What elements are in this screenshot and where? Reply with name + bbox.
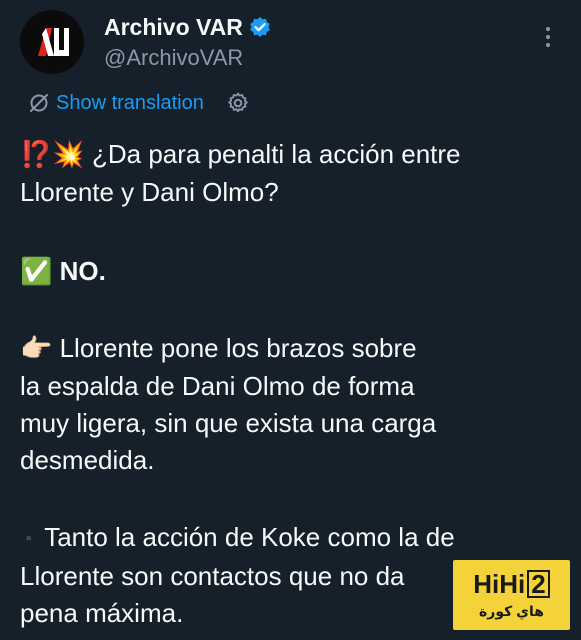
translate-row: Show translation [28,89,250,117]
tweet-point-1-text: Llorente pone los brazos sobre la espald… [20,333,437,475]
verified-badge-icon [249,16,271,38]
tweet-point-1: 👉🏻 Llorente pone los brazos sobre la esp… [20,330,565,479]
watermark-subtitle: هاي كورة [479,603,544,619]
tweet-question: ⁉️💥 ¿Da para penalti la acción entre Llo… [20,136,565,211]
watermark-logo-number: 2 [527,570,550,598]
show-translation-link[interactable]: Show translation [28,89,204,117]
hihi2-watermark: HiHi 2 هاي كورة [453,560,570,630]
interrobang-explosion-emoji: ⁉️💥 [20,140,85,170]
tweet-verdict-text: NO. [52,256,106,286]
show-translation-label: Show translation [56,92,204,114]
watermark-logo-text: HiHi [473,569,526,599]
small-square-emoji: ▪️ [20,530,38,547]
watermark-logo: HiHi 2 [473,569,550,599]
author-handle[interactable]: @ArchivoVAR [104,44,243,72]
author-display-name[interactable]: Archivo VAR [104,12,243,42]
tweet-question-line1: ¿Da para penalti la acción entre [84,139,461,169]
tweet-verdict: ✅ NO. [20,253,565,291]
more-options-icon[interactable] [538,22,558,52]
tweet-question-line2: Llorente y Dani Olmo? [20,177,279,207]
archivo-var-logo-icon [38,28,69,56]
gear-icon[interactable] [226,91,250,115]
tweet-point-2-text: Tanto la acción de Koke como la de Llore… [20,522,455,628]
avatar[interactable] [20,10,84,74]
check-mark-emoji: ✅ [20,257,53,287]
pointing-hand-emoji: 👉🏻 [20,334,53,364]
author-name-row: Archivo VAR [104,12,271,42]
translate-globe-icon [30,94,48,112]
